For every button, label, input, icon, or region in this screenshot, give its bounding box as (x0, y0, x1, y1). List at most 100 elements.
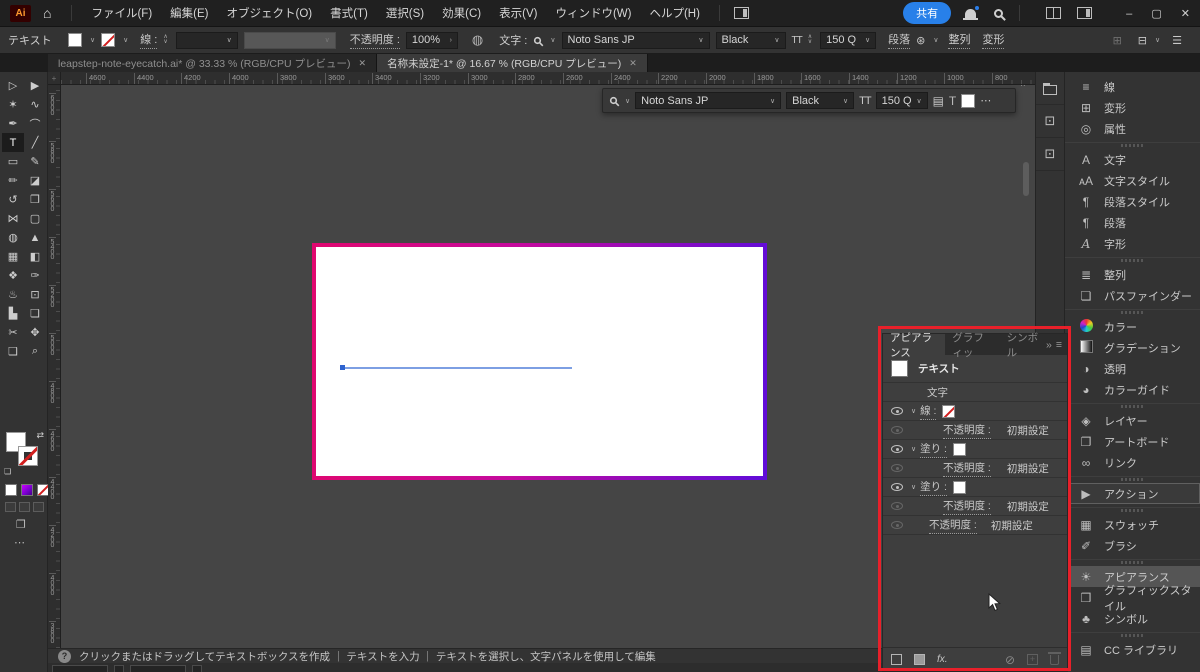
more-options-icon[interactable]: ⋯ (980, 94, 992, 107)
slice-tool[interactable]: ✂ (2, 323, 24, 342)
dock-item-layers[interactable]: ◈ レイヤー (1065, 410, 1200, 431)
chevron-down-icon[interactable]: ∨ (1155, 36, 1160, 44)
app-logo-icon[interactable]: Ai (10, 4, 31, 22)
eyedropper-tool[interactable]: ✑ (24, 266, 46, 285)
list-options-icon[interactable]: ☰ (1172, 34, 1182, 47)
dock-item-links[interactable]: ∞ リンク (1065, 452, 1200, 473)
stroke-weight-stepper[interactable]: ∧ ∨ (163, 34, 167, 45)
rectangle-tool[interactable]: ▭ (2, 152, 24, 171)
toolbar-more-icon[interactable]: ⋯ (14, 536, 26, 549)
chevron-down-icon[interactable]: ∨ (911, 445, 916, 453)
add-effect-icon[interactable]: fx. (937, 654, 948, 665)
share-button[interactable]: 共有 (903, 2, 952, 24)
eraser-tool[interactable]: ◪ (24, 171, 46, 190)
visibility-eye-icon[interactable] (891, 445, 903, 453)
appearance-row-stroke[interactable]: ∨ 線 : (883, 402, 1067, 421)
dock-item-color-guide[interactable]: ◕ カラーガイド (1065, 379, 1200, 400)
paintbrush-tool[interactable]: ✎ (24, 152, 46, 171)
magic-wand-tool[interactable]: ✶ (2, 95, 24, 114)
width-tool[interactable]: ⋈ (2, 209, 24, 228)
visibility-eye-icon[interactable] (891, 483, 903, 491)
text-color-swatch[interactable] (961, 93, 976, 108)
font-family-select[interactable]: Noto Sans JP ∨ (561, 31, 710, 49)
draw-inside-button[interactable] (33, 502, 44, 512)
stroke-weight-field[interactable]: ∨ (175, 31, 238, 49)
touch-type-icon[interactable]: T (949, 94, 956, 108)
chevron-down-icon[interactable]: ∨ (90, 36, 95, 44)
curvature-tool[interactable]: ⌒ (24, 114, 46, 133)
menu-type[interactable]: 書式(T) (321, 5, 377, 21)
transform-link[interactable]: 変形 (982, 31, 1005, 49)
grid-snap-icon[interactable]: ⊞ (1113, 34, 1122, 47)
dock-item-graphic-styles[interactable]: ❒ グラフィックスタイル (1065, 585, 1200, 613)
draw-behind-button[interactable] (19, 502, 30, 512)
color-button[interactable] (5, 484, 17, 496)
search-icon[interactable] (994, 8, 1004, 18)
composer-icon[interactable]: ⊛ (916, 34, 925, 47)
fill-swatch[interactable] (952, 442, 966, 456)
minimize-button[interactable]: – (1126, 8, 1132, 20)
add-stroke-icon[interactable] (891, 654, 902, 665)
appearance-row-characters[interactable]: 文字 (883, 383, 1067, 402)
tab-overflow-icon[interactable]: » (1046, 339, 1052, 351)
column-graph-tool[interactable]: ▙ (2, 304, 24, 323)
document-arrange-icon[interactable] (733, 7, 749, 19)
help-icon[interactable]: ? (58, 649, 71, 663)
document-tab-active[interactable]: 名称未設定-1* @ 16.67 % (RGB/CPU プレビュー) ✕ (377, 54, 648, 72)
font-size-select[interactable]: 150 Q ∨ (820, 31, 877, 49)
font-style-select[interactable]: Black ∨ (786, 92, 855, 109)
font-search-icon[interactable] (534, 36, 542, 44)
ruler-origin-corner[interactable]: + (48, 72, 61, 85)
dock-item-swatches[interactable]: ▦ スウォッチ (1065, 514, 1200, 535)
stroke-swatch[interactable] (101, 33, 116, 47)
gradient-tool[interactable]: ◧ (24, 247, 46, 266)
dock-item-paragraph-styles[interactable]: ¶ 段落スタイル (1065, 191, 1200, 212)
stroke-none-swatch[interactable] (942, 404, 956, 418)
asset-export-icon[interactable]: ⊡ (1036, 105, 1064, 138)
appearance-row-opacity[interactable]: 不透明度 : 初期設定 (883, 497, 1067, 516)
menu-file[interactable]: ファイル(F) (82, 5, 161, 21)
pencil-tool[interactable]: ✏ (2, 171, 24, 190)
free-transform-tool[interactable]: ▢ (24, 209, 46, 228)
dock-item-pathfinder[interactable]: ❏ パスファインダー (1065, 285, 1200, 306)
menu-effect[interactable]: 効果(C) (433, 5, 490, 21)
tab-graphic-styles[interactable]: グラフィッ (945, 332, 999, 359)
direct-selection-tool[interactable]: ▶ (24, 76, 46, 95)
dock-item-transform[interactable]: ⊞ 変形 (1065, 97, 1200, 118)
dock-item-attributes[interactable]: ◎ 属性 (1065, 118, 1200, 139)
menu-window[interactable]: ウィンドウ(W) (546, 5, 640, 21)
delete-item-icon[interactable] (1048, 651, 1061, 665)
selection-tool[interactable]: ▷ (2, 76, 24, 95)
menu-help[interactable]: ヘルプ(H) (640, 5, 708, 21)
align-link[interactable]: 整列 (948, 31, 971, 49)
dock-item-color[interactable]: カラー (1065, 316, 1200, 337)
font-style-select[interactable]: Black ∨ (715, 31, 786, 49)
artboard-tool[interactable]: ❏ (24, 304, 46, 323)
scale-tool[interactable]: ❐ (24, 190, 46, 209)
shape-builder-tool[interactable]: ◍ (2, 228, 24, 247)
dock-item-stroke[interactable]: ≡ 線 (1065, 76, 1200, 97)
panel-menu-icon[interactable]: ≡ (1056, 339, 1062, 351)
font-family-select[interactable]: Noto Sans JP ∨ (635, 92, 782, 109)
variable-width-select[interactable]: ∨ (243, 31, 336, 49)
stroke-weight-label[interactable]: 線 : (140, 31, 158, 49)
draw-normal-button[interactable] (5, 502, 16, 512)
chevron-down-icon[interactable]: ∨ (625, 97, 630, 105)
add-fill-icon[interactable] (914, 654, 925, 665)
opacity-field[interactable]: 100% › (405, 31, 458, 49)
dock-item-artboards[interactable]: ❐ アートボード (1065, 431, 1200, 452)
chevron-down-icon[interactable]: ∨ (933, 36, 938, 44)
stroke-proxy[interactable] (18, 446, 38, 466)
duplicate-item-icon[interactable]: + (1027, 654, 1038, 665)
panel-layout-icon[interactable] (1077, 7, 1093, 19)
style-sphere-icon[interactable]: ◍ (472, 32, 483, 48)
gradient-button[interactable] (21, 484, 33, 496)
appearance-row-opacity-root[interactable]: 不透明度 : 初期設定 (883, 516, 1067, 535)
visibility-eye-icon[interactable] (891, 502, 903, 510)
artboard-surface[interactable] (316, 247, 763, 476)
lasso-tool[interactable]: ∿ (24, 95, 46, 114)
screen-mode-icon[interactable]: ❐ (16, 518, 26, 531)
symbol-sprayer-tool[interactable]: ♨ (2, 285, 24, 304)
mesh-tool[interactable]: ▦ (2, 247, 24, 266)
artboard[interactable] (312, 243, 767, 480)
